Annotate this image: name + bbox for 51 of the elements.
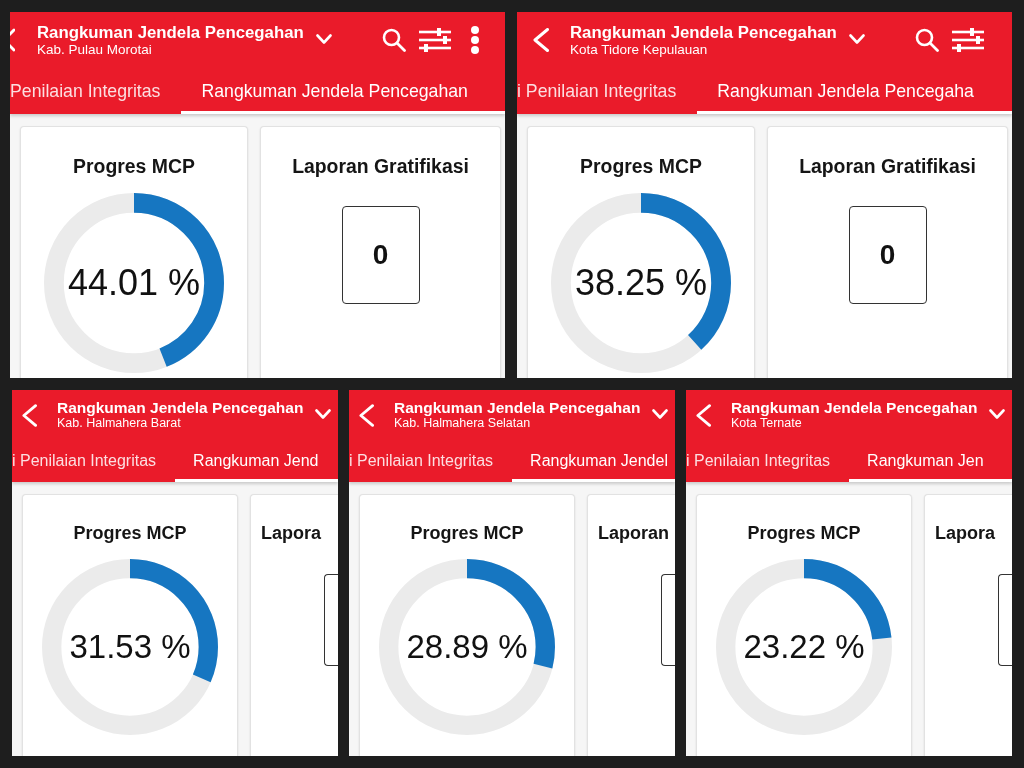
tab[interactable]: Rangkuman Jendela Pencegaha — [697, 68, 1012, 114]
back-icon[interactable] — [10, 28, 15, 52]
region-subtitle: Kota Ternate — [731, 416, 802, 431]
back-icon[interactable] — [22, 403, 37, 427]
screen-title: Rangkuman Jendela Pencegahan — [57, 399, 304, 416]
card-title: Laporan Gratifikasi — [292, 155, 469, 177]
region-subtitle: Kota Tidore Kepulauan — [570, 41, 708, 58]
tab[interactable]: i Penilaian Integritas — [686, 440, 850, 482]
back-icon[interactable] — [533, 28, 549, 52]
card-title: Progres MCP — [747, 523, 861, 543]
progress-percentage: 44.01 % — [67, 262, 201, 304]
progress-percentage: 23.22 % — [743, 628, 865, 666]
region-subtitle: Kab. Halmahera Selatan — [394, 416, 531, 431]
region-subtitle: Kab. Halmahera Barat — [57, 416, 181, 431]
tab[interactable]: i Penilaian Integritas — [517, 68, 698, 114]
screen-title: Rangkuman Jendela Pencegahan — [731, 399, 978, 416]
screen-title: Rangkuman Jendela Pencegahan — [394, 399, 641, 416]
progress-percentage: 31.53 % — [69, 628, 191, 666]
card-title: Progres MCP — [580, 155, 702, 177]
sliders-icon[interactable] — [418, 28, 451, 52]
progress-percentage: 28.89 % — [406, 628, 528, 666]
chevron-down-icon[interactable] — [989, 409, 1006, 419]
tab[interactable]: i Penilaian Integritas — [349, 440, 513, 482]
card-title: Progres MCP — [410, 523, 524, 543]
chevron-down-icon[interactable] — [848, 34, 865, 44]
back-icon[interactable] — [359, 403, 374, 427]
count-box: 0 — [341, 206, 420, 304]
chevron-down-icon[interactable] — [652, 409, 669, 419]
screen-title: Rangkuman Jendela Pencegahan — [570, 22, 837, 42]
tab[interactable]: Rangkuman Jen — [849, 440, 1012, 482]
card-title: Lapora — [261, 523, 321, 543]
screen-title: Rangkuman Jendela Pencegahan — [37, 22, 304, 42]
card-title: Laporan — [598, 523, 669, 543]
search-icon[interactable] — [381, 28, 406, 52]
tab[interactable]: Penilaian Integritas — [10, 68, 182, 114]
more-icon[interactable] — [469, 26, 480, 54]
card-title: Progres MCP — [73, 155, 195, 177]
progress-percentage: 38.25 % — [574, 262, 708, 304]
tab[interactable]: i Penilaian Integritas — [12, 440, 176, 482]
tab[interactable]: Rangkuman Jend — [175, 440, 338, 482]
search-icon[interactable] — [914, 28, 939, 52]
back-icon[interactable] — [696, 403, 711, 427]
region-subtitle: Kab. Pulau Morotai — [37, 41, 152, 58]
chevron-down-icon[interactable] — [315, 34, 332, 44]
tab[interactable]: Rangkuman Jendela Pencegahan — [181, 68, 505, 114]
chevron-down-icon[interactable] — [315, 409, 332, 419]
sliders-icon[interactable] — [951, 28, 984, 52]
card-title: Laporan Gratifikasi — [799, 155, 976, 177]
card-title: Progres MCP — [73, 523, 187, 543]
card-title: Lapora — [935, 523, 995, 543]
count-box: 0 — [848, 206, 927, 304]
